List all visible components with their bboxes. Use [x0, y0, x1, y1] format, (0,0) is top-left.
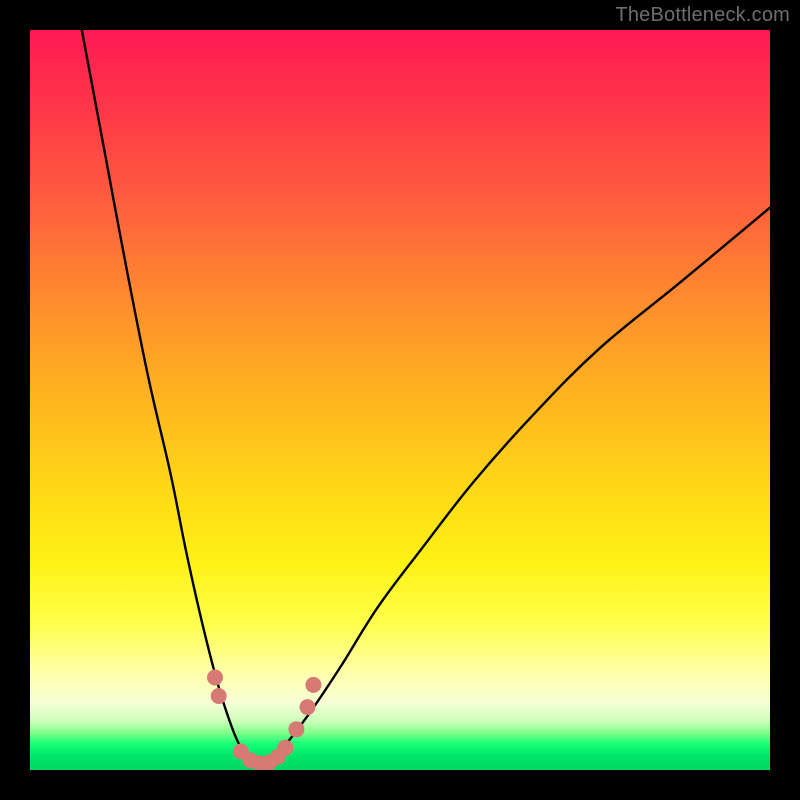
marker-dot — [300, 699, 316, 715]
marker-dot — [277, 740, 293, 756]
marker-dot — [305, 677, 321, 693]
curve-layer — [30, 30, 770, 770]
bottleneck-curve — [82, 30, 770, 766]
v-curve-path — [82, 30, 770, 766]
marker-dot — [207, 670, 223, 686]
plot-area — [30, 30, 770, 770]
marker-dot — [211, 688, 227, 704]
watermark-label: TheBottleneck.com — [615, 4, 790, 27]
marker-dot — [288, 721, 304, 737]
chart-frame: TheBottleneck.com — [0, 0, 800, 800]
